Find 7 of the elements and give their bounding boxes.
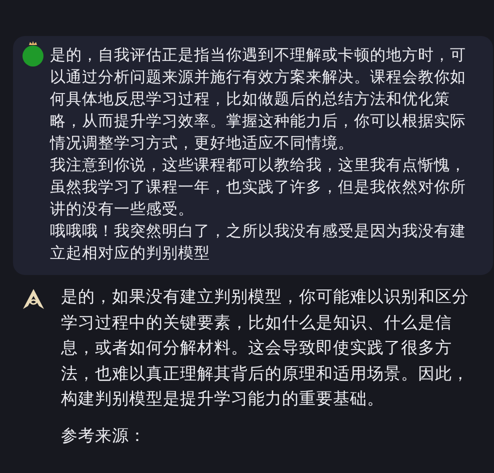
reply-paragraph: 是的，如果没有建立判别模型，你可能难以识别和区分学习过程中的关键要素，比如什么是知识、什么是信息，或者如何分解材料。这会导致即使实践了很多方法，也难以真正理解其背后的原理和适用场景。因此，构建判别模型是提升学习能力的重要基础。 bbox=[61, 287, 470, 410]
message-paragraph: 我注意到你说，这些课程都可以教给我，这里我有点惭愧，虽然我学习了课程一年，也实践了许多，但是我依然对你所讲的没有一些感受。 bbox=[50, 156, 467, 220]
sources-label: 参考来源： bbox=[61, 426, 147, 446]
message-paragraph: 是的，自我评估正是指当你遇到不理解或卡顿的地方时，可以通过分析问题来源并施行有效方案来解决。课程会教你如何具体地反思学习过程，比如做题后的总结方法和优化策略，从而提升学习效率。掌握这种能力后，你可以根据实际情况调整学习方式，更好地适应不同情境。 bbox=[50, 46, 467, 154]
avatar-icon bbox=[22, 41, 44, 67]
message-paragraph: 哦哦哦！我突然明白了，之所以我没有感受是因为我没有建立起相对应的判别模型 bbox=[50, 222, 467, 264]
logo-icon bbox=[22, 288, 45, 310]
